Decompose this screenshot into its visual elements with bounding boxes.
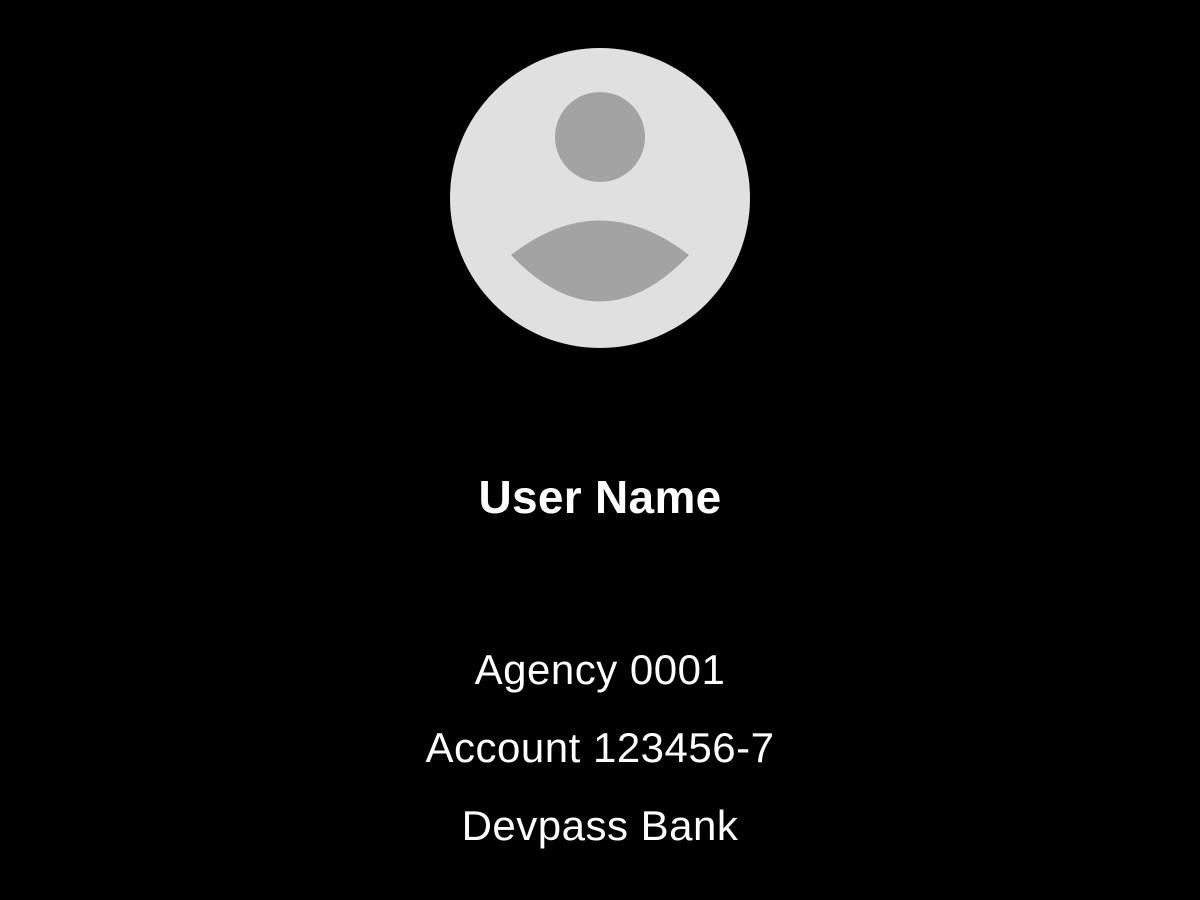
avatar-head — [555, 92, 645, 182]
avatar[interactable] — [450, 48, 750, 348]
bank-name: Devpass Bank — [461, 802, 739, 849]
user-name: User Name — [478, 471, 722, 523]
agency-number: Agency 0001 — [474, 646, 726, 693]
user-silhouette-icon — [511, 92, 689, 302]
avatar-body — [511, 220, 689, 302]
profile-screen: User Name Agency 0001 Account 123456-7 D… — [0, 0, 1200, 900]
account-number: Account 123456-7 — [425, 724, 775, 771]
